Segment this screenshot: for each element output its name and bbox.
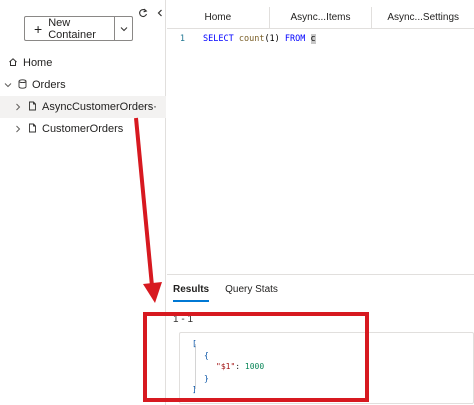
new-container-button[interactable]: + New Container: [25, 16, 115, 41]
tree-item-asynccustomerorders[interactable]: AsyncCustomerOrders ···: [0, 96, 166, 118]
chevron-down-icon: [120, 23, 128, 35]
annotation-highlight-box: [143, 312, 369, 402]
tree-item-customerorders[interactable]: CustomerOrders: [0, 118, 166, 140]
query-text[interactable]: SELECT count(1) FROM c: [187, 34, 316, 44]
keyword-from: FROM: [284, 34, 306, 44]
new-container-dropdown-button[interactable]: [115, 17, 132, 40]
resource-tree: Home Orders AsyncCustomerOrders ··· Cust…: [0, 52, 166, 140]
new-container-label: New Container: [48, 16, 96, 41]
query-alias: c: [310, 34, 316, 44]
refresh-icon[interactable]: [138, 8, 148, 21]
tab-bar: Home Async...Items Async...Settings: [167, 7, 474, 29]
tree-item-label: AsyncCustomerOrders: [42, 101, 154, 113]
tab-query-stats[interactable]: Query Stats: [225, 284, 278, 302]
plus-icon: +: [34, 20, 43, 37]
sidebar-toolbar: [138, 8, 165, 21]
chevron-down-icon[interactable]: [3, 82, 13, 88]
query-editor[interactable]: 1 SELECT count(1) FROM c: [167, 30, 474, 274]
container-icon: [28, 123, 37, 136]
code-line[interactable]: 1 SELECT count(1) FROM c: [167, 32, 474, 46]
function-count: count: [238, 34, 265, 44]
more-options-icon[interactable]: ···: [143, 99, 158, 113]
chevron-right-icon[interactable]: [13, 103, 23, 111]
tree-item-label: CustomerOrders: [42, 123, 124, 135]
tab-async-settings[interactable]: Async...Settings: [371, 7, 474, 28]
function-args: (1): [264, 34, 280, 44]
database-icon: [18, 78, 27, 92]
keyword-select: SELECT: [203, 34, 234, 44]
home-icon: [8, 57, 18, 70]
container-icon: [28, 101, 37, 114]
tree-item-home[interactable]: Home: [0, 52, 166, 74]
line-number: 1: [179, 34, 185, 44]
tree-item-orders[interactable]: Orders: [0, 74, 166, 96]
tree-item-label: Orders: [32, 79, 66, 91]
collapse-icon[interactable]: [155, 8, 165, 21]
tab-results[interactable]: Results: [173, 284, 210, 302]
chevron-right-icon[interactable]: [13, 125, 23, 133]
tab-async-items[interactable]: Async...Items: [268, 7, 372, 28]
sidebar: + New Container Home Orders AsyncCustome…: [0, 0, 166, 405]
new-container-split-button: + New Container: [24, 16, 133, 41]
app-window: + New Container Home Orders AsyncCustome…: [0, 0, 474, 405]
tree-item-label: Home: [23, 57, 53, 69]
results-tabs: Results Query Stats: [173, 284, 278, 302]
tab-home[interactable]: Home: [167, 7, 269, 28]
